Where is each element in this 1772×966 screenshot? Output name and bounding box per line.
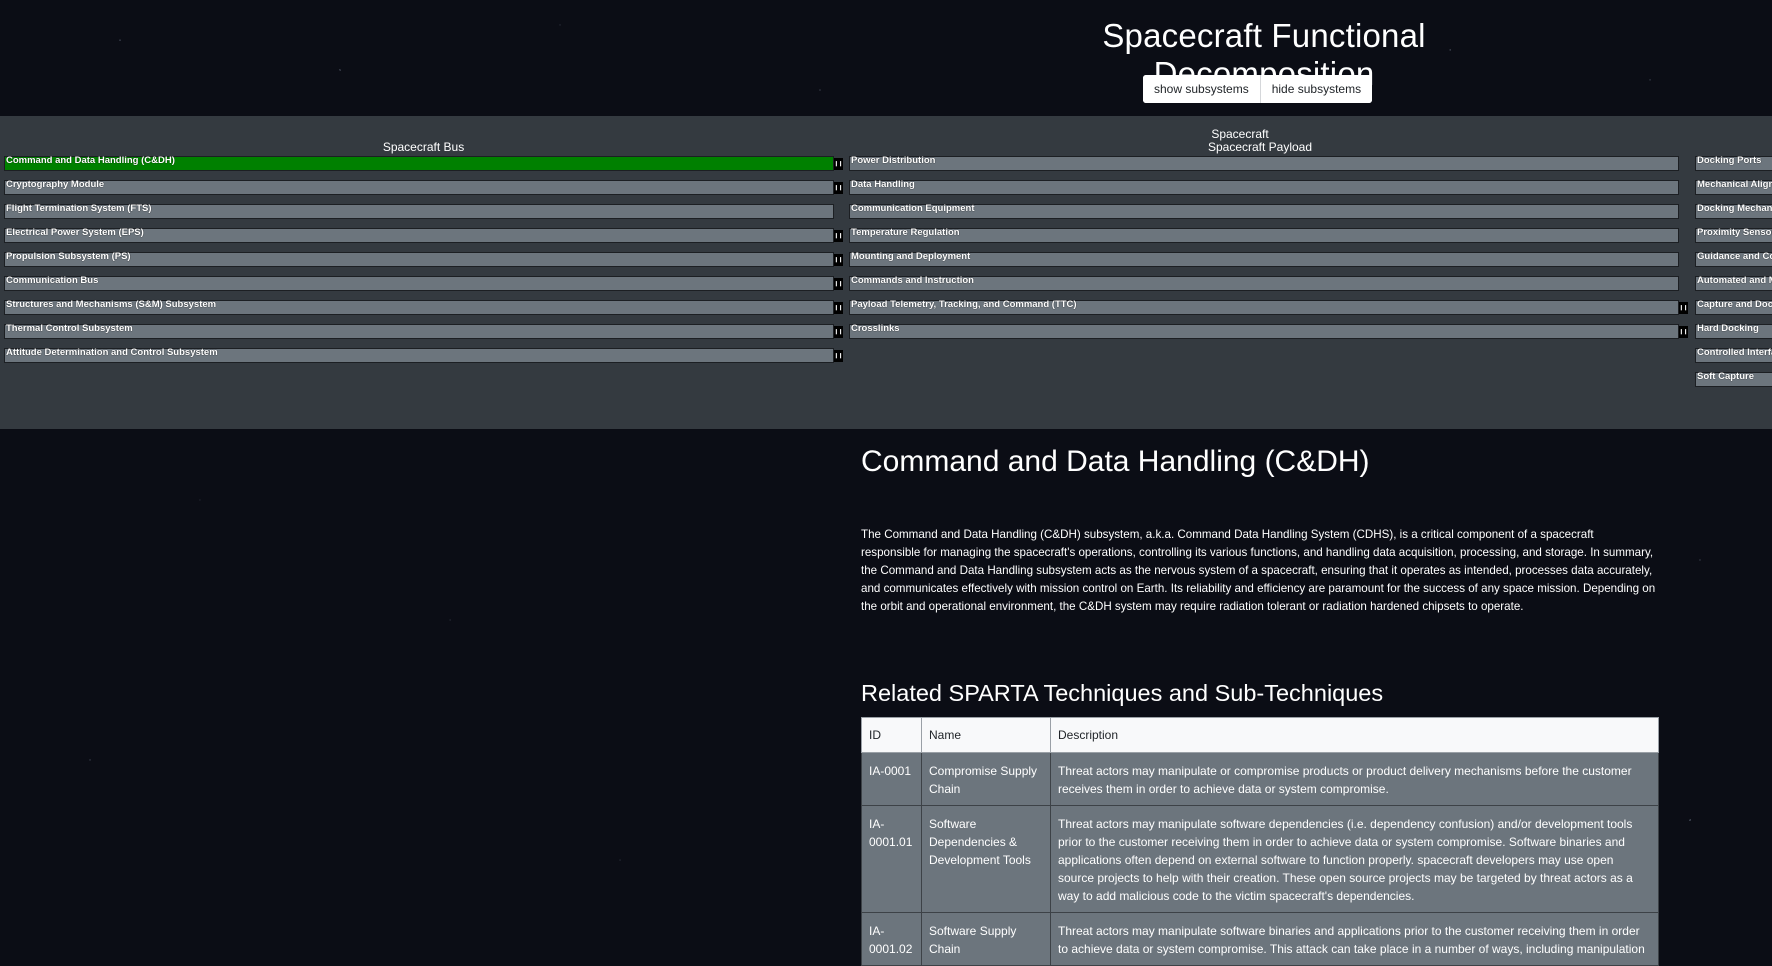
detail-description: The Command and Data Handling (C&DH) sub… bbox=[861, 528, 1656, 613]
column-header-payload: Spacecraft Spacecraft Payload bbox=[850, 128, 1670, 154]
column-header-label: Spacecraft Payload bbox=[1207, 140, 1313, 154]
subsystem-item[interactable]: Flight Termination System (FTS) bbox=[4, 204, 834, 219]
subsystem-item-label: Communication Equipment bbox=[851, 203, 975, 214]
column-header-bus: Spacecraft Bus bbox=[0, 141, 847, 154]
subsystem-item-label: Data Handling bbox=[851, 179, 915, 190]
technique-description-cell: Threat actors may manipulate software de… bbox=[1050, 805, 1659, 913]
subsystem-item-label: Capture and Dock bbox=[1697, 299, 1772, 310]
subsystem-item-label: Mounting and Deployment bbox=[851, 251, 971, 262]
subsystem-item[interactable]: Commands and Instruction bbox=[849, 276, 1679, 291]
subsystem-item-label: Guidance and Co bbox=[1697, 251, 1772, 262]
subsystem-item[interactable]: Docking Mechani bbox=[1695, 204, 1772, 219]
subsystem-item[interactable]: Proximity Sensors bbox=[1695, 228, 1772, 243]
subsystem-item[interactable]: Structures and Mechanisms (S&M) Subsyste… bbox=[4, 299, 843, 315]
drag-handle-icon[interactable]: ❙❙ bbox=[834, 326, 843, 338]
subsystem-item-label: Mechanical Align bbox=[1697, 179, 1772, 190]
subsystem-item-label: Electrical Power System (EPS) bbox=[6, 227, 144, 238]
subsystem-item[interactable]: Hard Docking bbox=[1695, 324, 1772, 339]
table-header-row: ID Name Description bbox=[861, 717, 1659, 753]
column-header-label: Spacecraft Bus bbox=[382, 140, 465, 154]
subsystem-item[interactable]: Cryptography Module ❙❙ bbox=[4, 179, 843, 195]
subsystem-item[interactable]: Capture and Dock bbox=[1695, 300, 1772, 315]
drag-handle-icon[interactable]: ❙❙ bbox=[1679, 302, 1688, 314]
decomposition-panel: Spacecraft Bus Spacecraft Spacecraft Pay… bbox=[0, 116, 1772, 429]
technique-description-cell: Threat actors may manipulate software bi… bbox=[1050, 912, 1659, 966]
related-techniques-title: Related SPARTA Techniques and Sub-Techni… bbox=[861, 680, 1384, 706]
table-row[interactable]: IA-0001.01 Software Dependencies & Develo… bbox=[861, 805, 1659, 913]
subsystem-item[interactable]: Mechanical Align bbox=[1695, 180, 1772, 195]
subsystem-item-label: Attitude Determination and Control Subsy… bbox=[6, 347, 218, 358]
subsystem-item[interactable]: Power Distribution bbox=[849, 156, 1679, 171]
technique-id-cell: IA-0001.01 bbox=[861, 805, 922, 913]
subsystem-item[interactable]: Soft Capture bbox=[1695, 372, 1772, 387]
drag-handle-icon[interactable]: ❙❙ bbox=[1679, 326, 1688, 338]
column-header-description[interactable]: Description bbox=[1050, 717, 1659, 753]
subsystem-item[interactable]: Automated and M bbox=[1695, 276, 1772, 291]
subsystem-item[interactable]: Data Handling bbox=[849, 180, 1679, 195]
subsystem-item-label: Soft Capture bbox=[1697, 371, 1754, 382]
drag-handle-icon[interactable]: ❙❙ bbox=[834, 302, 843, 314]
subsystem-item[interactable]: Payload Telemetry, Tracking, and Command… bbox=[849, 299, 1688, 315]
table-row[interactable]: IA-0001.02 Software Supply Chain Threat ac… bbox=[861, 912, 1659, 966]
subsystem-item-label: Crosslinks bbox=[851, 323, 900, 334]
drag-handle-icon[interactable]: ❙❙ bbox=[834, 254, 843, 266]
drag-handle-icon[interactable]: ❙❙ bbox=[834, 278, 843, 290]
subsystem-item[interactable]: Crosslinks ❙❙ bbox=[849, 323, 1688, 339]
subsystem-item[interactable]: Communication Equipment bbox=[849, 204, 1679, 219]
subsystem-item-label: Flight Termination System (FTS) bbox=[6, 203, 152, 214]
techniques-table: ID Name Description IA-0001 Compromise Su… bbox=[861, 717, 1659, 966]
subsystem-item-label: Payload Telemetry, Tracking, and Command… bbox=[851, 299, 1077, 310]
subsystem-item-label: Docking Mechani bbox=[1697, 203, 1772, 214]
subsystem-item-label: Temperature Regulation bbox=[851, 227, 960, 238]
show-subsystems-button[interactable]: show subsystems bbox=[1143, 75, 1260, 103]
subsystem-item[interactable]: Docking Ports bbox=[1695, 156, 1772, 171]
technique-id-cell: IA-0001.02 bbox=[861, 912, 922, 966]
subsystem-item[interactable]: Electrical Power System (EPS) ❙❙ bbox=[4, 227, 843, 243]
subsystem-item[interactable]: Guidance and Co bbox=[1695, 252, 1772, 267]
technique-name-cell: Software Supply Chain bbox=[921, 912, 1051, 966]
drag-handle-icon[interactable]: ❙❙ bbox=[834, 182, 843, 194]
subsystem-item-label: Propulsion Subsystem (PS) bbox=[6, 251, 131, 262]
subsystem-item-label: Structures and Mechanisms (S&M) Subsyste… bbox=[6, 299, 217, 310]
subsystem-item-label: Controlled Interfa bbox=[1697, 347, 1772, 358]
subsystem-item-label: Thermal Control Subsystem bbox=[6, 323, 133, 334]
technique-name-cell: Software Dependencies & Development Tool… bbox=[921, 805, 1051, 913]
subsystem-item[interactable]: Temperature Regulation bbox=[849, 228, 1679, 243]
subsystem-item-label: Communication Bus bbox=[6, 275, 99, 286]
subsystem-item[interactable]: Controlled Interfa bbox=[1695, 348, 1772, 363]
subsystem-item[interactable]: Attitude Determination and Control Subsy… bbox=[4, 347, 843, 363]
detail-title: Command and Data Handling (C&DH) bbox=[861, 445, 1370, 478]
subsystem-item-label: Proximity Sensors bbox=[1697, 227, 1772, 238]
drag-handle-icon[interactable]: ❙❙ bbox=[834, 350, 843, 362]
technique-name-cell: Compromise Supply Chain bbox=[921, 752, 1051, 806]
subsystem-item-label: Hard Docking bbox=[1697, 323, 1759, 334]
subsystem-item[interactable]: Propulsion Subsystem (PS) ❙❙ bbox=[4, 251, 843, 267]
hide-subsystems-button[interactable]: hide subsystems bbox=[1259, 75, 1373, 103]
subsystem-item-label: Cryptography Module bbox=[6, 179, 105, 190]
technique-id-cell: IA-0001 bbox=[861, 752, 922, 806]
table-row[interactable]: IA-0001 Compromise Supply Chain Threat act… bbox=[861, 752, 1659, 806]
subsystem-item-label: Automated and M bbox=[1697, 275, 1772, 286]
technique-description-cell: Threat actors may manipulate or compromi… bbox=[1050, 752, 1659, 806]
drag-handle-icon[interactable]: ❙❙ bbox=[834, 230, 843, 242]
subsystem-item-label: Command and Data Handling (C&DH) bbox=[6, 155, 175, 166]
subsystem-item-label: Power Distribution bbox=[851, 155, 936, 166]
subsystem-item-label: Docking Ports bbox=[1697, 155, 1762, 166]
subsystem-toggle-group: show subsystems hide subsystems bbox=[1143, 75, 1373, 103]
subsystem-item[interactable]: Command and Data Handling (C&DH) ❙❙ bbox=[4, 155, 843, 171]
column-header-id[interactable]: ID bbox=[861, 717, 922, 753]
subsystem-item[interactable]: Communication Bus ❙❙ bbox=[4, 275, 843, 291]
subsystem-item-label: Commands and Instruction bbox=[851, 275, 974, 286]
subsystem-item[interactable]: Thermal Control Subsystem ❙❙ bbox=[4, 323, 843, 339]
subsystem-item[interactable]: Mounting and Deployment bbox=[849, 252, 1679, 267]
drag-handle-icon[interactable]: ❙❙ bbox=[834, 158, 843, 170]
column-header-name[interactable]: Name bbox=[921, 717, 1051, 753]
